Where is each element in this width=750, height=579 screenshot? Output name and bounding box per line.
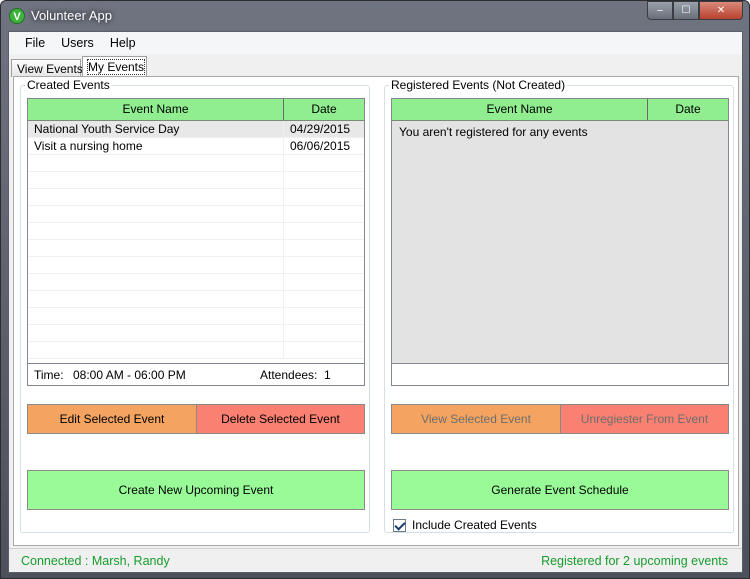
- empty-cell: [28, 240, 284, 256]
- empty-cell: [28, 189, 284, 205]
- unregister-event-button[interactable]: Unregiester From Event: [560, 404, 729, 434]
- registration-status: Registered for 2 upcoming events: [541, 554, 728, 568]
- cell-event-name: Visit a nursing home: [28, 138, 284, 154]
- empty-cell: [284, 325, 364, 341]
- window-title: Volunteer App: [31, 8, 112, 23]
- time-value: 08:00 AM - 06:00 PM: [73, 368, 186, 382]
- empty-row: [28, 223, 364, 240]
- view-selected-event-button[interactable]: View Selected Event: [391, 404, 561, 434]
- empty-row: [28, 206, 364, 223]
- empty-cell: [284, 308, 364, 324]
- empty-cell: [284, 342, 364, 358]
- empty-cell: [28, 325, 284, 341]
- empty-cell: [28, 172, 284, 188]
- delete-selected-event-button[interactable]: Delete Selected Event: [196, 404, 365, 434]
- empty-row: [28, 172, 364, 189]
- status-bar: Connected : Marsh, Randy Registered for …: [9, 548, 742, 572]
- checkbox-checked-icon[interactable]: [393, 518, 406, 532]
- empty-cell: [28, 308, 284, 324]
- cell-event-name: National Youth Service Day: [28, 121, 284, 137]
- cell-date: 06/06/2015: [290, 139, 351, 153]
- edit-selected-event-button[interactable]: Edit Selected Event: [27, 404, 197, 434]
- empty-row: [28, 155, 364, 172]
- table-row[interactable]: National Youth Service Day 04/29/2015: [28, 121, 364, 138]
- attendees-label: Attendees:: [260, 368, 318, 382]
- generate-schedule-button[interactable]: Generate Event Schedule: [391, 470, 729, 510]
- created-grid-header: Event Name Date: [28, 99, 364, 121]
- column-header-event-name[interactable]: Event Name: [28, 99, 284, 120]
- include-created-events-checkbox[interactable]: Include Created Events: [393, 518, 537, 532]
- empty-row: [28, 240, 364, 257]
- registered-grid-header: Event Name Date: [392, 99, 728, 121]
- registered-events-group-label: Registered Events (Not Created): [389, 78, 568, 92]
- empty-row: [28, 308, 364, 325]
- empty-row: [28, 325, 364, 342]
- menu-file[interactable]: File: [17, 32, 53, 54]
- empty-cell: [284, 206, 364, 222]
- empty-cell: [28, 155, 284, 171]
- empty-row: [28, 257, 364, 274]
- empty-message: You aren't registered for any events: [399, 125, 588, 139]
- empty-cell: [28, 342, 284, 358]
- connection-status: Connected : Marsh, Randy: [21, 554, 170, 568]
- registered-events-group: Registered Events (Not Created) Event Na…: [384, 78, 734, 533]
- empty-cell: [28, 206, 284, 222]
- empty-row: [28, 274, 364, 291]
- menu-help[interactable]: Help: [102, 32, 144, 54]
- my-events-page: Created Events Event Name Date National …: [13, 76, 739, 546]
- tab-view-events-label: View Events: [17, 62, 83, 76]
- time-label: Time:: [34, 368, 64, 382]
- empty-row: [28, 189, 364, 206]
- include-created-events-label: Include Created Events: [412, 518, 537, 532]
- empty-cell: [284, 291, 364, 307]
- create-new-event-button[interactable]: Create New Upcoming Event: [27, 470, 365, 510]
- app-window: V Volunteer App ‒ ☐ ✕ File Users Help Vi…: [0, 0, 750, 579]
- close-icon[interactable]: ✕: [699, 1, 743, 20]
- empty-cell: [284, 223, 364, 239]
- registered-events-grid[interactable]: Event Name Date You aren't registered fo…: [391, 98, 729, 386]
- app-logo-icon: V: [9, 8, 25, 24]
- empty-cell: [28, 223, 284, 239]
- tab-my-events-label: My Events: [86, 59, 146, 75]
- created-events-grid[interactable]: Event Name Date National Youth Service D…: [27, 98, 365, 386]
- maximize-icon[interactable]: ☐: [673, 1, 699, 20]
- column-header-event-name[interactable]: Event Name: [392, 99, 648, 120]
- event-details-bar: Time: 08:00 AM - 06:00 PM Attendees: 1: [28, 363, 364, 385]
- client-area: File Users Help View Events My Events Cr…: [8, 31, 743, 573]
- table-row[interactable]: Visit a nursing home 06/06/2015: [28, 138, 364, 155]
- empty-cell: [28, 274, 284, 290]
- empty-cell: [284, 172, 364, 188]
- column-header-date[interactable]: Date: [284, 99, 364, 120]
- window-controls: ‒ ☐ ✕: [647, 1, 743, 20]
- empty-cell: [284, 257, 364, 273]
- empty-cell: [28, 257, 284, 273]
- tab-my-events[interactable]: My Events: [82, 56, 147, 77]
- menu-bar: File Users Help: [9, 32, 742, 54]
- empty-row: [28, 342, 364, 359]
- empty-cell: [284, 155, 364, 171]
- created-events-group-label: Created Events: [25, 78, 112, 92]
- tab-view-events[interactable]: View Events: [11, 59, 83, 77]
- empty-cell: [284, 189, 364, 205]
- empty-cell: [284, 274, 364, 290]
- minimize-icon[interactable]: ‒: [647, 1, 673, 20]
- registered-details-bar: [392, 363, 728, 385]
- empty-cell: [284, 240, 364, 256]
- empty-cell: [28, 291, 284, 307]
- empty-row: [28, 291, 364, 308]
- created-events-group: Created Events Event Name Date National …: [20, 78, 370, 533]
- column-header-date[interactable]: Date: [648, 99, 728, 120]
- title-bar[interactable]: V Volunteer App ‒ ☐ ✕: [1, 1, 749, 31]
- menu-users[interactable]: Users: [53, 32, 102, 54]
- attendees-value: 1: [324, 368, 331, 382]
- cell-date: 04/29/2015: [290, 122, 351, 136]
